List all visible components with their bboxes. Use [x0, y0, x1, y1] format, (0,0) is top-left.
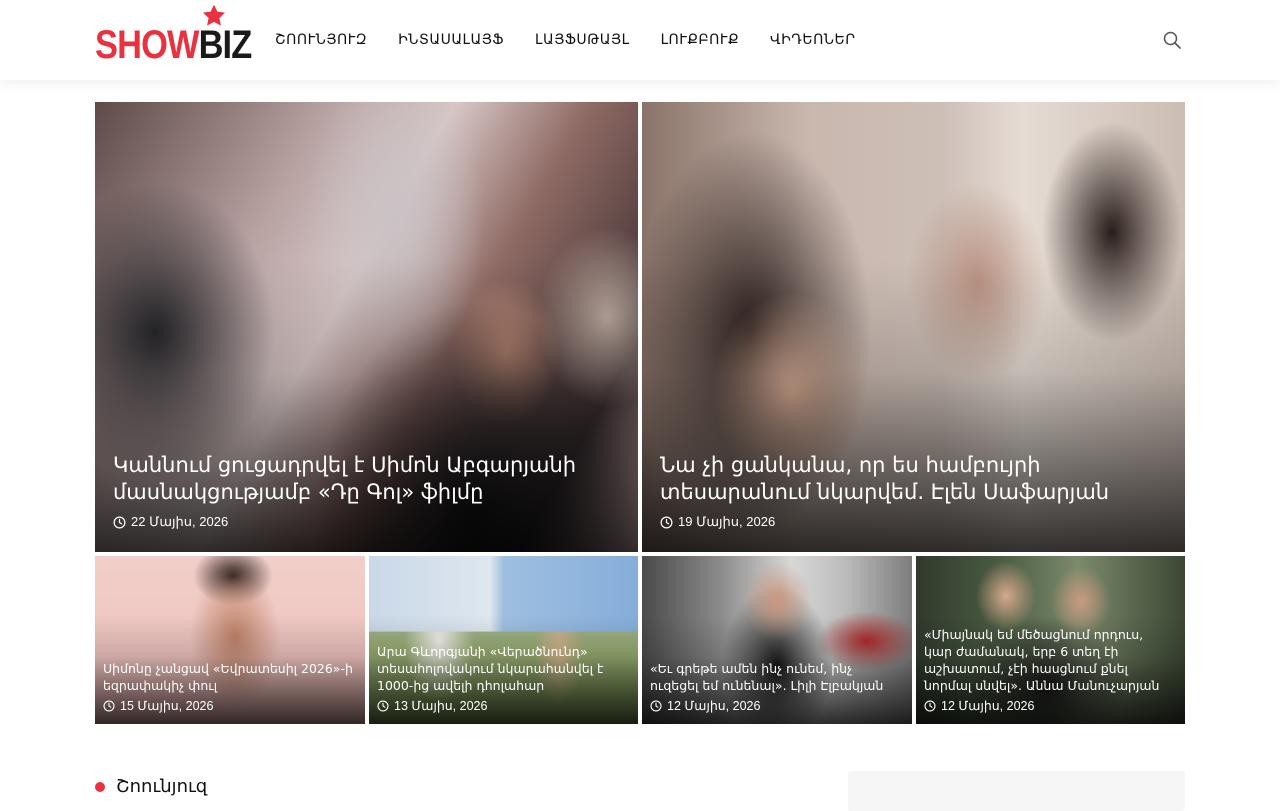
clock-icon — [924, 699, 936, 712]
nav-item-lifestyle[interactable]: ԼԱՅՖՍԹԱՅԼ — [535, 29, 630, 51]
post-card-4[interactable]: «Միայնակ եմ մեծացնում որդուս, կար ժամանա… — [916, 556, 1185, 724]
featured-post-2[interactable]: Նա չի ցանկանա, որ ես համբույրի տեսարանու… — [642, 102, 1185, 552]
post-title[interactable]: Արա Գևորգյանի «Վերածնունդ» տեսահոլովակու… — [377, 643, 628, 694]
featured-post-1[interactable]: Կաննում ցուցադրվել է Սիմոն Աբգարյանի մաս… — [95, 102, 638, 552]
bullet-dot-icon — [95, 781, 105, 792]
post-title[interactable]: Կաննում ցուցադրվել է Սիմոն Աբգարյանի մաս… — [113, 452, 608, 506]
post-date: 12 Մայիս, 2026 — [924, 698, 1034, 713]
clock-icon — [377, 699, 389, 712]
logo-wordmark: SHOWBIZ — [95, 23, 252, 67]
post-title[interactable]: Սիմոնը չանցավ «Եվրատեսիլ 2026»-ի եզրափակ… — [103, 660, 355, 694]
site-logo[interactable]: SHOWBIZ — [95, 3, 252, 65]
clock-icon — [103, 699, 115, 712]
main-nav: ՇՈՈՒՆՅՈՒԶ ԻՆՏԱՍԱԼԱՅՖ ԼԱՅՖՍԹԱՅԼ ԼՈՒՔԲՈՒՔ … — [275, 29, 886, 51]
search-icon[interactable] — [1162, 30, 1182, 50]
section-heading: Շոունյուզ — [95, 776, 207, 797]
post-date: 22 Մայիս, 2026 — [113, 514, 228, 530]
post-date: 13 Մայիս, 2026 — [377, 698, 487, 713]
clock-icon — [113, 516, 126, 528]
post-date: 12 Մայիս, 2026 — [650, 698, 760, 713]
post-card-3[interactable]: «Եւ գրեթե ամեն ինչ ունեմ, ինչ ուզեցել եմ… — [642, 556, 912, 724]
post-date: 19 Մայիս, 2026 — [660, 514, 775, 530]
post-card-2[interactable]: Արա Գևորգյանի «Վերածնունդ» տեսահոլովակու… — [369, 556, 638, 724]
post-date: 15 Մայիս, 2026 — [103, 698, 213, 713]
nav-item-videos[interactable]: ՎԻԴԵՈՆԵՐ — [770, 29, 855, 51]
nav-item-lookbook[interactable]: ԼՈՒՔԲՈՒՔ — [661, 29, 739, 51]
nav-item-showbiz[interactable]: ՇՈՈՒՆՅՈՒԶ — [275, 29, 367, 51]
post-card-1[interactable]: Սիմոնը չանցավ «Եվրատեսիլ 2026»-ի եզրափակ… — [95, 556, 365, 724]
clock-icon — [660, 516, 673, 528]
nav-item-instalife[interactable]: ԻՆՏԱՍԱԼԱՅՖ — [398, 29, 504, 51]
post-title[interactable]: Նա չի ցանկանա, որ ես համբույրի տեսարանու… — [660, 452, 1155, 506]
post-title[interactable]: «Միայնակ եմ մեծացնում որդուս, կար ժամանա… — [924, 626, 1175, 694]
site-header: SHOWBIZ ՇՈՈՒՆՅՈՒԶ ԻՆՏԱՍԱԼԱՅՖ ԼԱՅՖՍԹԱՅԼ Լ… — [0, 0, 1280, 80]
clock-icon — [650, 699, 662, 712]
post-title[interactable]: «Եւ գրեթե ամեն ինչ ունեմ, ինչ ուզեցել եմ… — [650, 660, 902, 694]
section-title: Շոունյուզ — [116, 776, 208, 797]
sidebar-widget — [848, 771, 1185, 811]
